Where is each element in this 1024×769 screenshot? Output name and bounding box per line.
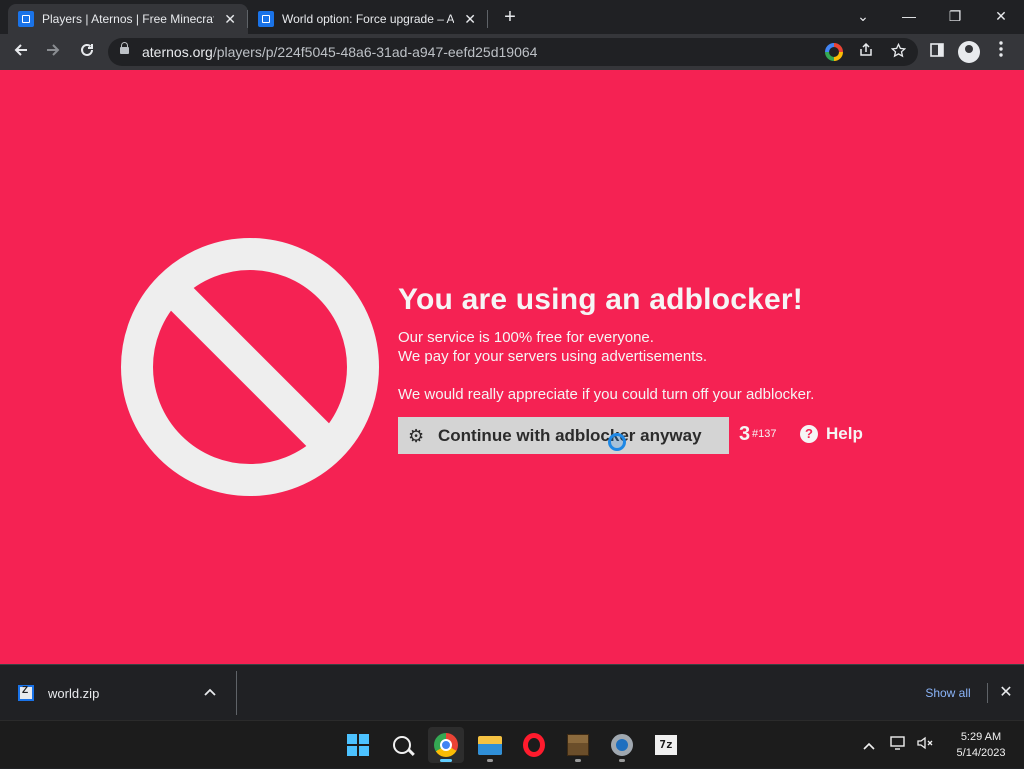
close-download-bar-icon[interactable]: ✕ bbox=[996, 679, 1016, 707]
menu-kebab-icon[interactable] bbox=[990, 41, 1012, 63]
download-separator bbox=[987, 683, 988, 703]
network-icon[interactable] bbox=[888, 721, 910, 769]
clock-date: 5/14/2023 bbox=[956, 747, 1006, 759]
countdown-counter: 3 bbox=[739, 423, 751, 445]
reload-icon bbox=[81, 43, 93, 56]
help-label: Help bbox=[826, 424, 863, 443]
tab-strip: Players | Aternos | Free Minecraft ✕ Wor… bbox=[0, 0, 1024, 34]
taskbar-chrome[interactable] bbox=[428, 727, 464, 763]
start-button[interactable] bbox=[340, 727, 376, 763]
running-indicator bbox=[440, 759, 452, 762]
aternos-favicon-icon bbox=[258, 11, 274, 27]
minimize-button[interactable]: — bbox=[892, 4, 926, 28]
taskbar-7zip[interactable]: 7z bbox=[648, 727, 684, 763]
minecraft-icon bbox=[567, 734, 589, 756]
url-host: aternos.org bbox=[142, 44, 213, 60]
tab-title: World option: Force upgrade – A bbox=[282, 12, 455, 26]
windows-logo-icon bbox=[347, 734, 369, 756]
click-cursor-indicator bbox=[608, 433, 626, 451]
google-lens-icon[interactable] bbox=[825, 43, 843, 61]
gear-icon: ⚙ bbox=[408, 425, 425, 446]
forward-button[interactable] bbox=[40, 39, 66, 65]
tray-overflow-chevron-icon[interactable] bbox=[858, 721, 880, 769]
back-button[interactable] bbox=[8, 39, 34, 65]
url-text[interactable]: aternos.org/players/p/224f5045-48a6-31ad… bbox=[142, 44, 537, 60]
windows-taskbar: 7z 5:29 AM 5/14/2023 bbox=[0, 720, 1024, 768]
settings-icon bbox=[611, 734, 633, 756]
download-bar: world.zip Show all ✕ bbox=[0, 664, 1024, 720]
7zip-icon: 7z bbox=[655, 735, 677, 755]
counter-subscript: #137 bbox=[752, 428, 777, 440]
opera-icon bbox=[523, 733, 545, 757]
share-icon[interactable] bbox=[857, 42, 875, 61]
tab-close-icon[interactable]: ✕ bbox=[462, 11, 478, 28]
clock-time: 5:29 AM bbox=[960, 731, 1002, 743]
search-icon bbox=[393, 736, 411, 754]
browser-toolbar: aternos.org/players/p/224f5045-48a6-31ad… bbox=[0, 34, 1024, 70]
running-indicator bbox=[575, 759, 581, 762]
reload-button[interactable] bbox=[74, 39, 100, 65]
page-title: You are using an adblocker! bbox=[398, 283, 803, 316]
profile-avatar-icon[interactable] bbox=[958, 41, 980, 63]
forward-arrow-icon bbox=[47, 44, 60, 56]
close-window-button[interactable]: ✕ bbox=[984, 4, 1018, 28]
tab-search-dropdown-icon[interactable]: ⌄ bbox=[846, 4, 880, 28]
tab-close-icon[interactable]: ✕ bbox=[222, 11, 238, 28]
side-panel-icon[interactable] bbox=[926, 41, 948, 63]
message-line-ads: We pay for your servers using advertisem… bbox=[398, 348, 708, 365]
taskbar-settings[interactable] bbox=[604, 727, 640, 763]
taskbar-opera[interactable] bbox=[516, 727, 552, 763]
restore-button[interactable]: ❐ bbox=[938, 4, 972, 28]
lock-icon[interactable] bbox=[120, 42, 129, 56]
download-separator bbox=[236, 671, 237, 715]
continue-button-label: Continue with adblocker anyway bbox=[438, 425, 702, 445]
zip-file-icon bbox=[18, 685, 34, 701]
running-indicator bbox=[619, 759, 625, 762]
url-path: /players/p/224f5045-48a6-31ad-a947-eefd2… bbox=[212, 44, 538, 60]
message-line-free: Our service is 100% free for everyone. bbox=[398, 329, 654, 346]
back-arrow-icon bbox=[14, 44, 27, 56]
continue-with-adblocker-button[interactable]: ⚙ Continue with adblocker anyway bbox=[398, 417, 729, 454]
taskbar-search-button[interactable] bbox=[384, 727, 420, 763]
question-icon: ? bbox=[800, 425, 818, 443]
tab-separator bbox=[487, 10, 488, 28]
message-text: Our service is 100% free for everyone. W… bbox=[398, 328, 958, 366]
chevron-up-icon[interactable] bbox=[204, 685, 216, 699]
system-clock[interactable]: 5:29 AM 5/14/2023 bbox=[946, 729, 1016, 761]
show-all-button[interactable]: Show all bbox=[913, 679, 983, 707]
adblock-warning-page: You are using an adblocker! Our service … bbox=[0, 70, 1024, 664]
help-link[interactable]: ? Help bbox=[800, 424, 863, 444]
running-indicator bbox=[487, 759, 493, 762]
taskbar-file-explorer[interactable] bbox=[472, 727, 508, 763]
tab-players[interactable]: Players | Aternos | Free Minecraft ✕ bbox=[8, 4, 248, 34]
chrome-icon bbox=[434, 733, 458, 757]
tab-world-option[interactable]: World option: Force upgrade – A ✕ bbox=[248, 4, 488, 34]
tab-title: Players | Aternos | Free Minecraft bbox=[42, 12, 215, 26]
download-file-name: world.zip bbox=[48, 685, 100, 701]
bookmark-star-icon[interactable] bbox=[889, 42, 907, 61]
folder-icon bbox=[478, 735, 502, 755]
actions-row: ⚙ Continue with adblocker anyway 3 #137 … bbox=[398, 417, 958, 455]
volume-muted-icon[interactable] bbox=[914, 721, 936, 769]
message-line-appeal: We would really appreciate if you could … bbox=[398, 386, 815, 403]
new-tab-button[interactable]: + bbox=[498, 6, 522, 30]
prohibited-sign-icon bbox=[121, 238, 379, 496]
message-block: You are using an adblocker! Our service … bbox=[398, 280, 958, 454]
aternos-favicon-icon bbox=[18, 11, 34, 27]
taskbar-minecraft[interactable] bbox=[560, 727, 596, 763]
address-bar[interactable]: aternos.org/players/p/224f5045-48a6-31ad… bbox=[108, 38, 918, 66]
download-item[interactable]: world.zip bbox=[18, 679, 236, 707]
